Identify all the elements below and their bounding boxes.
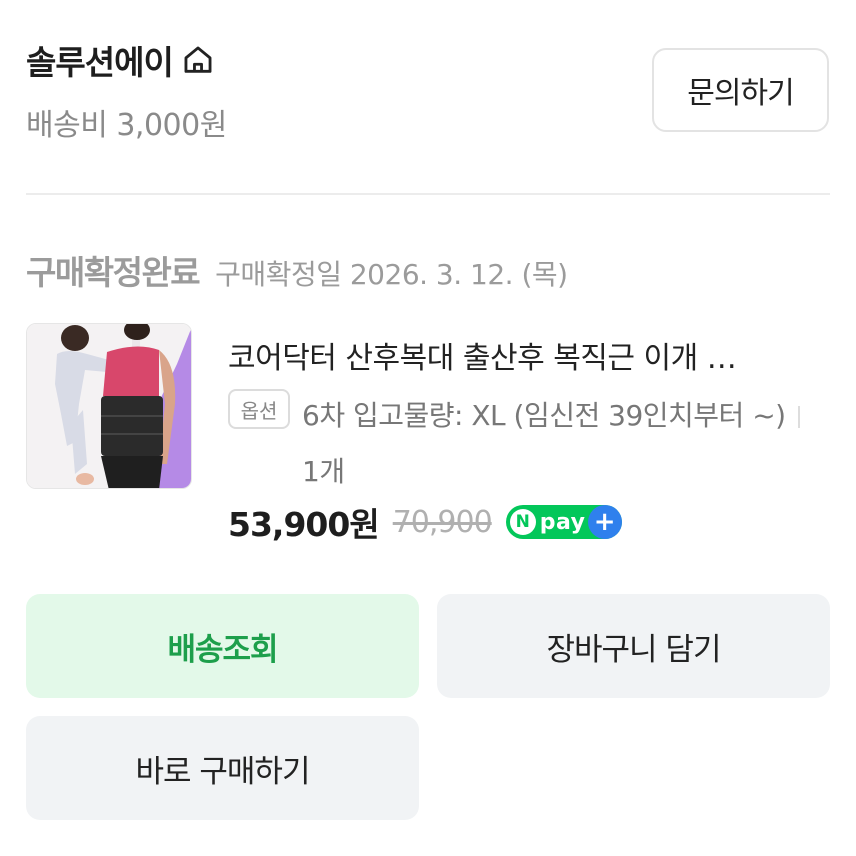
- seller-name[interactable]: 솔루션에이: [26, 36, 174, 84]
- buy-now-button[interactable]: 바로 구매하기: [26, 716, 419, 820]
- inquiry-button[interactable]: 문의하기: [652, 48, 829, 132]
- product-quantity: 1개: [302, 455, 345, 488]
- option-value: 6차 입고물량: XL (임신전 39인치부터 ~): [302, 399, 786, 432]
- npay-text: pay: [539, 509, 586, 535]
- npay-plus-badge: N pay +: [505, 505, 622, 539]
- order-status: 구매확정완료 구매확정일 2026. 3. 12. (목): [26, 246, 568, 294]
- status-date: 구매확정일 2026. 3. 12. (목): [215, 258, 568, 291]
- option-separator: [797, 406, 800, 428]
- status-label: 구매확정완료: [26, 253, 201, 292]
- shipping-fee: 배송비 3,000원: [26, 108, 227, 143]
- track-delivery-button[interactable]: 배송조회: [26, 594, 419, 698]
- add-to-cart-button[interactable]: 장바구니 담기: [437, 594, 830, 698]
- home-icon[interactable]: [181, 43, 215, 77]
- seller-header[interactable]: 솔루션에이: [26, 36, 215, 84]
- order-item-card: 솔루션에이 배송비 3,000원 문의하기 구매확정완료 구매확정일 2026.…: [0, 0, 856, 856]
- product-option: 6차 입고물량: XL (임신전 39인치부터 ~) 1개: [302, 388, 822, 500]
- price-row: 53,900원 70,900 N pay +: [228, 498, 622, 546]
- product-title[interactable]: 코어닥터 산후복대 출산후 복직근 이개 …: [228, 333, 828, 377]
- original-price: 70,900: [392, 504, 493, 540]
- npay-n-icon: N: [509, 509, 536, 535]
- product-price: 53,900원: [228, 505, 380, 544]
- product-thumbnail[interactable]: [26, 323, 192, 489]
- plus-icon: +: [587, 505, 622, 539]
- divider: [26, 193, 830, 195]
- option-badge: 옵션: [228, 389, 290, 429]
